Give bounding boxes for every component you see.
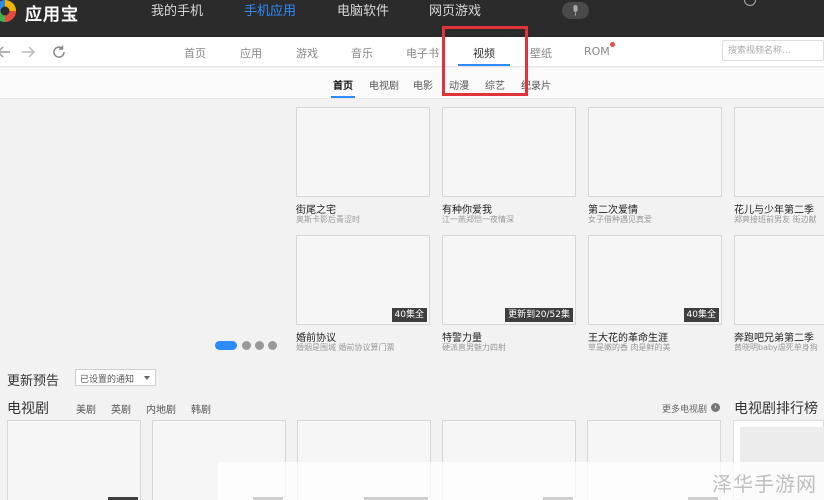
video-poster[interactable] [442,107,576,197]
tab-games[interactable]: 游戏 [296,45,318,61]
carousel-dot[interactable] [268,341,277,350]
genre-us[interactable]: 美剧 [76,401,96,416]
episode-badge: 40集全 [391,308,427,322]
genre-mainland[interactable]: 内地剧 [146,401,176,416]
top-bar: 应用宝 我的手机 手机应用 电脑软件 网页游戏 [0,0,824,37]
episode-badge: 40集全 [683,308,719,322]
chevron-down-icon [144,376,150,380]
tab-ebooks[interactable]: 电子书 [406,45,439,61]
video-poster[interactable] [588,107,722,197]
video-subtitle: 硬派直男魅力四射 [442,343,506,352]
microphone-icon [573,5,578,16]
carousel-dot[interactable] [215,341,237,350]
notice-select-value: 已设置的通知 [80,375,135,385]
video-subtitle: 女子借种遇见真爱 [588,215,652,224]
episode-badge: 更新到20/52集 [505,308,573,322]
rom-notification-dot [610,42,615,47]
subtab-home[interactable]: 首页 [333,77,353,92]
topnav-my-phone[interactable]: 我的手机 [151,0,203,22]
video-poster[interactable] [734,107,824,197]
update-preview-title: 更新预告 [7,374,60,389]
video-subnav: 首页 电视剧 电影 动漫 综艺 纪录片 [0,68,824,99]
active-subtab-indicator [331,96,355,98]
category-nav: 首页 应用 游戏 音乐 电子书 视频 壁纸 ROM [0,37,824,67]
video-poster[interactable]: 40集全 [588,235,722,325]
topnav-mobile-apps[interactable]: 手机应用 [244,0,296,22]
refresh-icon[interactable] [50,43,68,61]
tv-ranking-title: 电视剧排行榜 [734,401,818,417]
highlight-annotation-box [442,26,528,96]
video-poster[interactable]: 40集全 [296,235,430,325]
subtab-movies[interactable]: 电影 [413,77,433,92]
notice-select[interactable]: 已设置的通知 [75,369,156,386]
subtab-tv-series[interactable]: 电视剧 [369,77,399,92]
video-subtitle: 黄晓明baby虐死单身狗 [734,343,818,352]
genre-korean[interactable]: 韩剧 [191,401,211,416]
video-poster[interactable]: 更新到20/52集 [442,235,576,325]
tab-wallpaper[interactable]: 壁纸 [530,45,552,61]
tab-rom[interactable]: ROM [584,45,610,58]
chevron-right-icon[interactable]: › [711,403,720,412]
app-logo-icon [0,0,16,22]
video-poster[interactable] [734,235,824,325]
topnav-pc-software[interactable]: 电脑软件 [337,0,389,22]
app-title: 应用宝 [25,5,79,25]
genre-uk[interactable]: 英剧 [111,401,131,416]
more-tv-link[interactable]: 更多电视剧 [662,402,707,415]
carousel-dot[interactable] [255,341,264,350]
video-subtitle: 婚姻是围城 婚前协议算门票 [296,343,395,352]
tab-apps[interactable]: 应用 [240,45,262,61]
watermark-text: 泽华手游网 [712,472,817,496]
forward-arrow-icon[interactable] [20,43,38,61]
tab-home[interactable]: 首页 [184,45,206,61]
topnav-web-games[interactable]: 网页游戏 [429,0,481,22]
video-subtitle: 江一燕郑恺一夜情深 [442,215,514,224]
tv-section-title: 电视剧 [7,401,49,417]
video-subtitle: 草是嫩的香 肉是鲜的美 [588,343,671,352]
video-subtitle: 郑爽接班前男友 街边献 [734,215,817,224]
microphone-button[interactable] [562,2,589,19]
video-poster[interactable] [296,107,430,197]
tv-poster[interactable] [7,420,141,500]
tab-music[interactable]: 音乐 [351,45,373,61]
back-arrow-icon[interactable] [0,43,14,61]
carousel-dot[interactable] [242,341,251,350]
window-control-icon[interactable] [744,0,756,6]
video-subtitle: 奥斯卡影后青涩时 [296,215,360,224]
video-search-input[interactable] [722,40,824,61]
